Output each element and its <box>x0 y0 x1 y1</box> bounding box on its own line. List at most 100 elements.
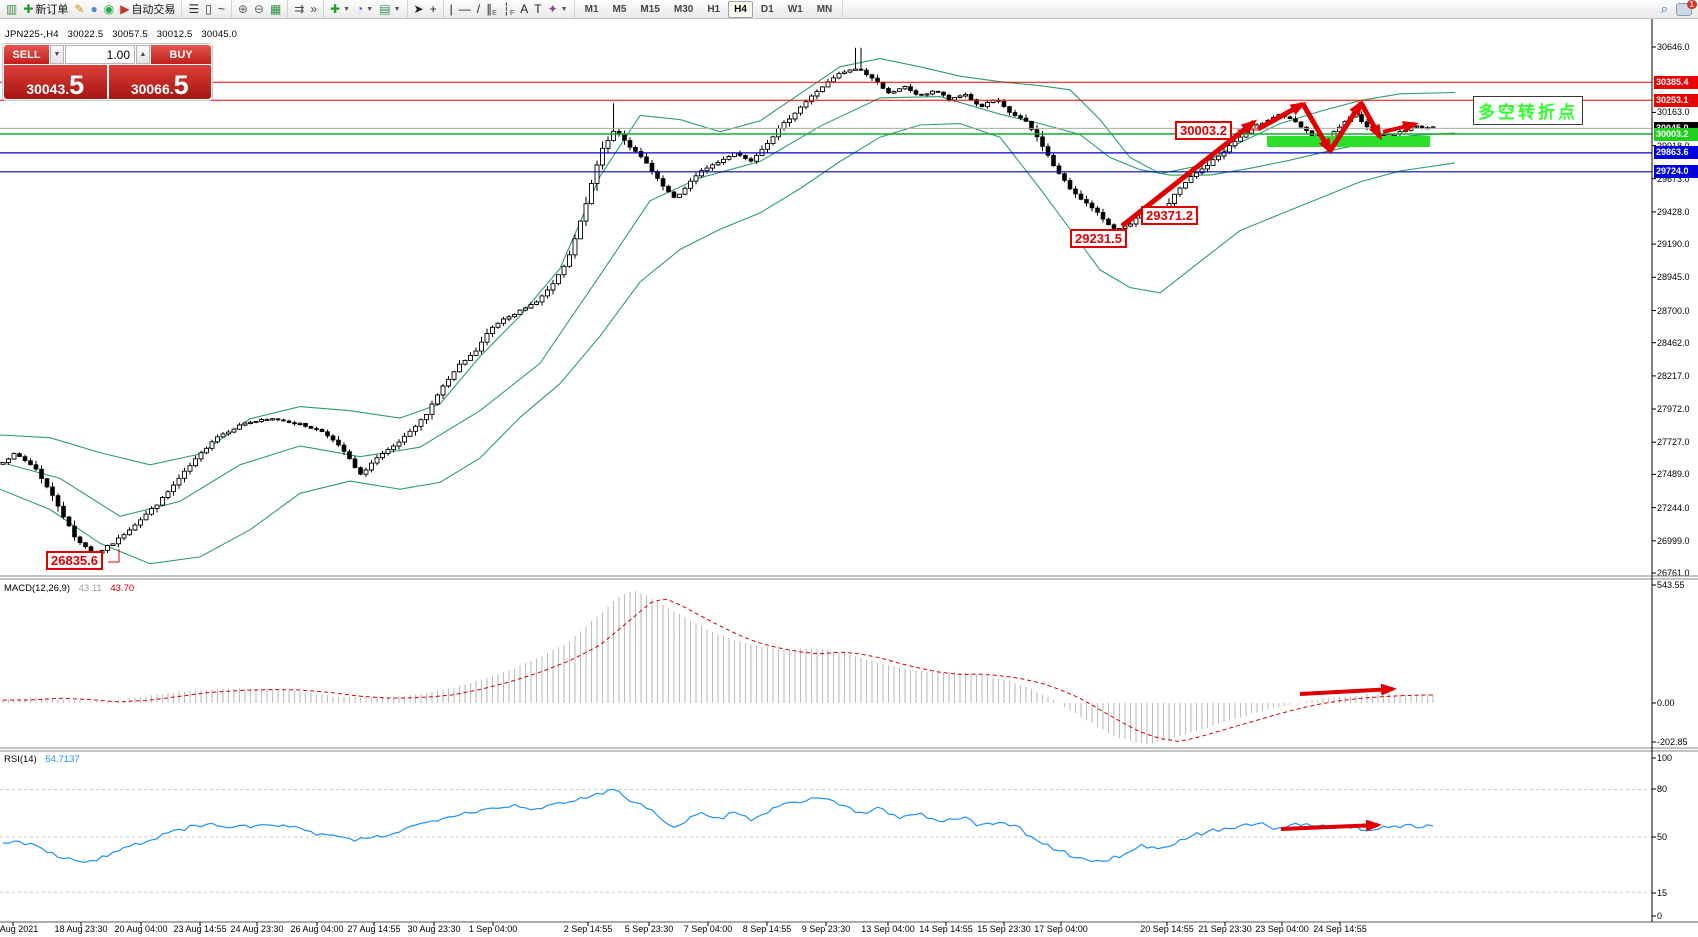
volume-increase-button[interactable]: ▲ <box>136 45 150 64</box>
line-chart-button-glyph: ~ <box>218 1 225 17</box>
periods-button-dropdown-icon[interactable]: ▼ <box>366 6 373 13</box>
trend-arrow-2[interactable] <box>1258 104 1303 129</box>
support-zone-rect[interactable] <box>1267 136 1430 147</box>
price-badge-29724: 29724.0 <box>1654 165 1698 178</box>
signal-icon[interactable]: ◉ <box>101 1 117 17</box>
buy-price-display[interactable]: 30066.5 <box>109 65 212 99</box>
tf-button-m30[interactable]: M30 <box>668 1 699 18</box>
rsi-arrow[interactable] <box>1281 825 1378 829</box>
fibo-button[interactable]: ┆F <box>500 1 518 17</box>
hline-button[interactable]: — <box>456 1 474 17</box>
auto-scroll-button-glyph: » <box>310 1 317 17</box>
ohlc-low: 30012.5 <box>157 29 193 40</box>
trendline-button[interactable]: / <box>474 1 483 17</box>
buy-button[interactable]: BUY <box>151 45 211 64</box>
indicators-button[interactable]: ✚▼ <box>327 1 353 17</box>
autotrade-button-label: 自动交易 <box>131 1 175 17</box>
chart-canvas[interactable] <box>0 0 1698 937</box>
macd-signal-line <box>3 599 1435 741</box>
crayon-icon[interactable]: ✎ <box>71 1 87 17</box>
tf-button-d1[interactable]: D1 <box>755 1 780 18</box>
vline-button-glyph: | <box>450 1 453 17</box>
search-icon[interactable]: ⌕ <box>1661 1 1668 17</box>
templates-button-dropdown-icon[interactable]: ▼ <box>394 6 401 13</box>
zoom-in-button-glyph: ⊕ <box>238 1 248 17</box>
rsi-line <box>3 789 1433 862</box>
vline-button[interactable]: | <box>447 1 456 17</box>
label-button-glyph: T <box>534 1 541 17</box>
ohlc-high: 30057.5 <box>112 29 148 40</box>
rsi-pane-header: RSI(14) 54.7137 <box>4 754 80 765</box>
volume-input[interactable] <box>65 45 135 64</box>
price-badge-30385.4: 30385.4 <box>1654 76 1698 89</box>
text-button-glyph: A <box>520 1 528 17</box>
zoom-in-button[interactable]: ⊕ <box>235 1 251 17</box>
candles-chart-button-glyph: ▯ <box>205 1 212 17</box>
fibo-button-sub: F <box>510 10 514 17</box>
trend-arrow-5[interactable] <box>1361 103 1380 137</box>
channel-button[interactable]: ∥E <box>483 1 500 17</box>
text-button[interactable]: A <box>517 1 531 17</box>
zoom-out-button-glyph: ⊖ <box>254 1 264 17</box>
macd-arrow[interactable] <box>1300 689 1393 694</box>
line-chart-button[interactable]: ~ <box>215 1 228 17</box>
periods-button[interactable]: ◔▼ <box>353 1 376 17</box>
chart-window-icon[interactable]: ▥ <box>3 1 20 17</box>
one-click-trading-panel: SELL ▼ ▲ BUY 30043.5 30066.5 <box>2 43 213 101</box>
tile-windows-button[interactable]: ▦ <box>267 1 284 17</box>
indicators-button-dropdown-icon[interactable]: ▼ <box>343 6 350 13</box>
candles-chart-button[interactable]: ▯ <box>202 1 215 17</box>
macd-histogram <box>3 591 1433 744</box>
sell-price-display[interactable]: 30043.5 <box>4 65 107 99</box>
support-zone-bar[interactable] <box>1267 136 1430 147</box>
bars-chart-button-glyph: ☰ <box>188 1 199 17</box>
annotation-price-label[interactable]: 29371.2 <box>1141 206 1198 225</box>
annotation-price-label[interactable]: 29231.5 <box>1070 229 1127 248</box>
toolbar-right: ⌕ 1 <box>1661 1 1698 17</box>
bullish-candle-bodies <box>1 69 1435 553</box>
notifications-icon[interactable]: 1 <box>1676 3 1692 16</box>
new-order-button-glyph: ✚ <box>23 1 33 17</box>
tf-button-mn[interactable]: MN <box>811 1 839 18</box>
annotation-price-label[interactable]: 30003.2 <box>1175 121 1232 140</box>
shapes-button[interactable]: ✦▼ <box>545 1 571 17</box>
tf-button-w1[interactable]: W1 <box>782 1 809 18</box>
shapes-button-glyph: ✦ <box>548 1 558 17</box>
zoom-out-button[interactable]: ⊖ <box>251 1 267 17</box>
tf-button-m15[interactable]: M15 <box>634 1 665 18</box>
tf-button-h4[interactable]: H4 <box>728 1 753 18</box>
bearish-candle-bodies <box>18 69 1425 553</box>
tf-button-m5[interactable]: M5 <box>607 1 633 18</box>
tf-button-h1[interactable]: H1 <box>701 1 726 18</box>
hline-button-glyph: — <box>459 1 471 17</box>
fibo-button-glyph: ┆ <box>503 1 510 17</box>
chart-symbol-header: JPN225-,H4 30022.5 30057.5 30012.5 30045… <box>5 29 243 40</box>
auto-scroll-button[interactable]: » <box>307 1 320 17</box>
bars-chart-button[interactable]: ☰ <box>185 1 202 17</box>
templates-button[interactable]: ▤▼ <box>376 1 403 17</box>
price-badge-29863.6: 29863.6 <box>1654 146 1698 159</box>
crosshair-button[interactable]: + <box>427 1 440 17</box>
main-toolbar: ▥✚新订单✎●◉▶自动交易☰▯~⊕⊖▦⇉»✚▼◔▼▤▼➤+|—/∥E┆FAT✦▼… <box>0 0 1698 19</box>
annotation-price-label[interactable]: 26835.6 <box>46 551 103 570</box>
community-icon-glyph: ● <box>90 1 97 17</box>
buy-price-main: 30066 <box>131 81 170 97</box>
label-button[interactable]: T <box>531 1 544 17</box>
bollinger-upper-band <box>0 59 1455 465</box>
tf-button-m1[interactable]: M1 <box>579 1 605 18</box>
community-icon[interactable]: ● <box>87 1 100 17</box>
macd-indicator-name: MACD(12,26,9) <box>4 583 70 594</box>
autotrade-button[interactable]: ▶自动交易 <box>117 1 178 17</box>
chart-shift-button[interactable]: ⇉ <box>291 1 307 17</box>
cursor-button[interactable]: ➤ <box>411 1 427 17</box>
macd-main-value: 43.11 <box>79 583 102 594</box>
new-order-button-label: 新订单 <box>35 1 68 17</box>
new-order-button[interactable]: ✚新订单 <box>20 1 71 17</box>
sell-button[interactable]: SELL <box>4 45 49 64</box>
autotrade-button-glyph: ▶ <box>120 1 129 17</box>
rsi-layer <box>0 789 1652 892</box>
shapes-button-dropdown-icon[interactable]: ▼ <box>561 6 568 13</box>
volume-decrease-button[interactable]: ▼ <box>50 45 64 64</box>
notification-badge: 1 <box>1687 0 1697 9</box>
turning-point-text-label[interactable]: 多空转折点 <box>1473 96 1583 125</box>
